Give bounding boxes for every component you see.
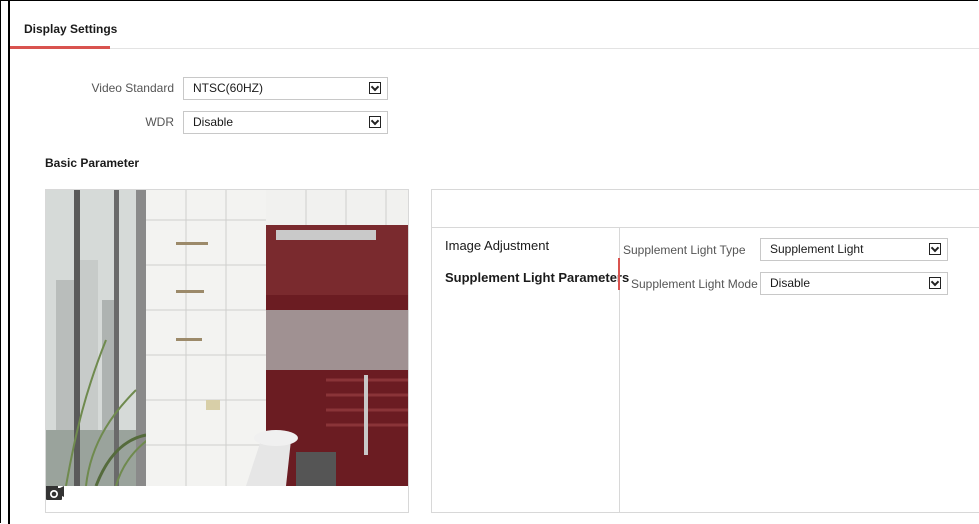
supplement-light-type-select[interactable]: Supplement Light xyxy=(760,238,948,261)
chevron-down-icon[interactable] xyxy=(369,116,381,128)
preview-toolbar xyxy=(46,486,408,512)
chevron-down-icon[interactable] xyxy=(929,243,941,255)
image-settings-panel: Image Adjustment Supplement Light Parame… xyxy=(431,189,979,513)
menu-item-supplement-light-parameters[interactable]: Supplement Light Parameters xyxy=(445,270,629,285)
tab-display-settings[interactable]: Display Settings xyxy=(10,14,131,48)
basic-parameter-title: Basic Parameter xyxy=(45,156,140,170)
wdr-label: WDR xyxy=(145,115,174,129)
supplement-light-type-value: Supplement Light xyxy=(770,242,864,256)
tab-bar: Display Settings xyxy=(10,14,979,49)
snapshot-camera-icon[interactable] xyxy=(46,486,62,500)
supplement-light-mode-label: Supplement Light Mode xyxy=(631,277,758,291)
video-standard-select[interactable]: NTSC(60HZ) xyxy=(183,77,388,100)
active-tab-indicator xyxy=(10,46,110,49)
wdr-select[interactable]: Disable xyxy=(183,111,388,134)
active-menu-indicator xyxy=(618,258,620,290)
chevron-down-icon[interactable] xyxy=(369,82,381,94)
window-left-edge xyxy=(8,0,10,524)
wdr-value: Disable xyxy=(193,115,234,129)
supplement-light-type-label: Supplement Light Type xyxy=(623,243,746,257)
supplement-light-mode-value: Disable xyxy=(770,276,811,290)
video-standard-label: Video Standard xyxy=(91,81,174,95)
camera-preview-image xyxy=(46,190,408,486)
live-preview xyxy=(45,189,409,513)
chevron-down-icon[interactable] xyxy=(929,277,941,289)
panel-header xyxy=(432,190,979,228)
video-standard-value: NTSC(60HZ) xyxy=(193,81,264,95)
supplement-light-mode-select[interactable]: Disable xyxy=(760,272,948,295)
menu-item-image-adjustment[interactable]: Image Adjustment xyxy=(445,238,549,253)
